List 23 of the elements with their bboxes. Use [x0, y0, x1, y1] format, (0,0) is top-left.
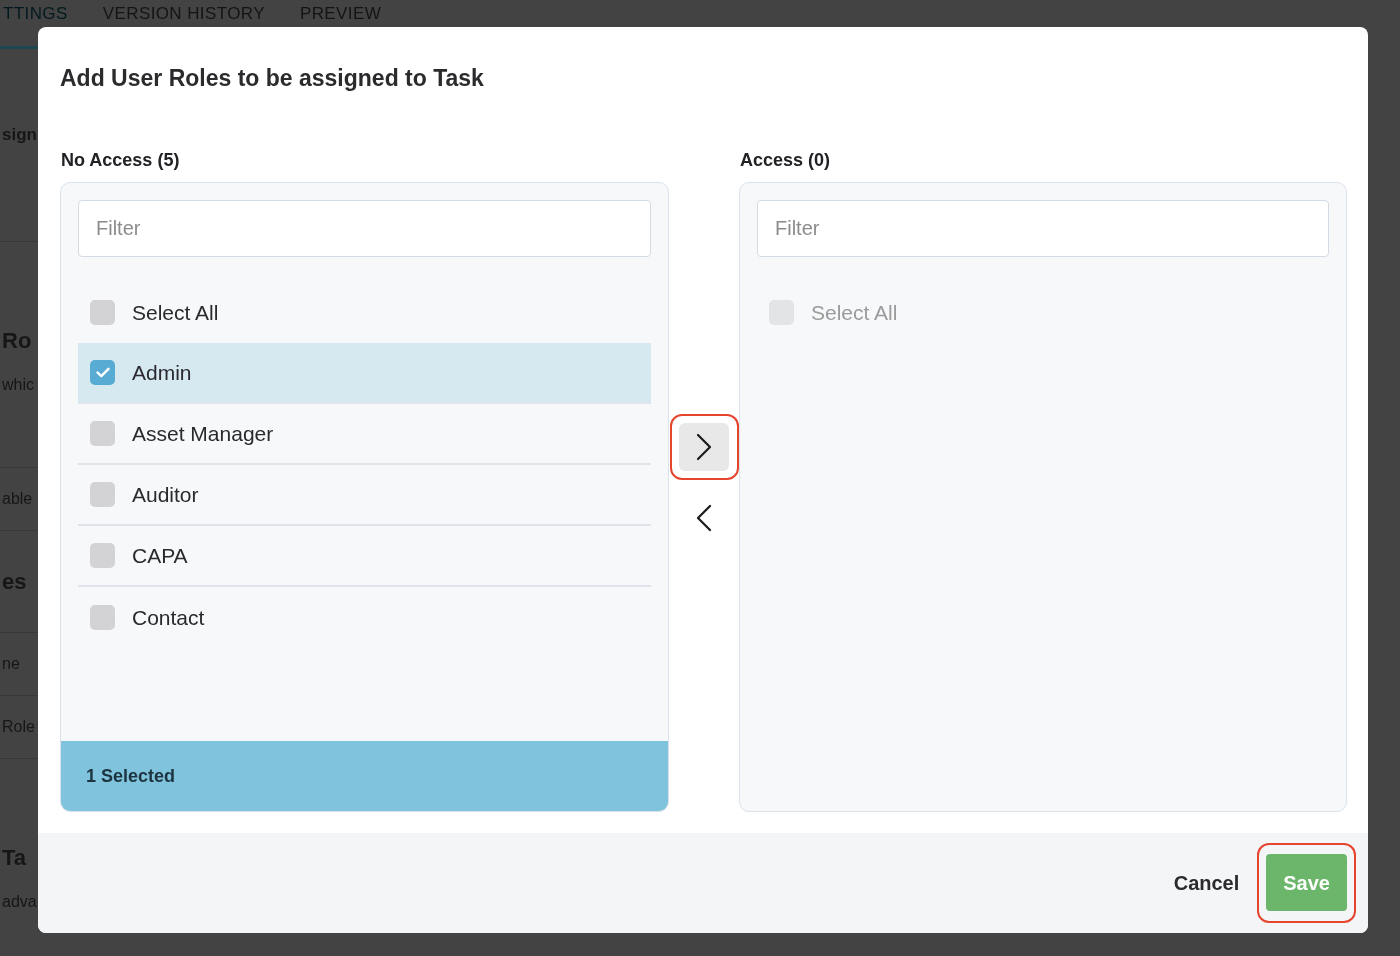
list-item[interactable]: Auditor: [78, 465, 651, 526]
checkbox[interactable]: [90, 543, 115, 568]
chevron-right-icon: [696, 433, 712, 461]
cancel-button[interactable]: Cancel: [1173, 870, 1240, 895]
checkbox[interactable]: [90, 421, 115, 446]
filter-field[interactable]: Filter: [757, 200, 1329, 257]
checkbox[interactable]: [90, 482, 115, 507]
list-title: Access (0): [740, 149, 831, 171]
list-item[interactable]: Asset Manager: [78, 404, 651, 465]
filter-field[interactable]: Filter: [78, 200, 651, 257]
checkbox[interactable]: [90, 360, 115, 385]
list-item[interactable]: CAPA: [78, 526, 651, 587]
list-title: No Access (5): [61, 149, 180, 171]
checkmark-icon: [95, 367, 110, 378]
dialog-title: Add User Roles to be assigned to Task: [60, 64, 485, 93]
list-item[interactable]: Contact: [78, 587, 651, 648]
checkbox[interactable]: [90, 300, 115, 325]
selection-status-bar: 1 Selected: [61, 741, 668, 811]
list-item[interactable]: Admin: [78, 343, 651, 404]
checkbox[interactable]: [90, 605, 115, 630]
chevron-left-icon: [696, 504, 712, 532]
select-all-option[interactable]: Select All: [78, 282, 651, 343]
move-right-button[interactable]: [679, 423, 729, 471]
